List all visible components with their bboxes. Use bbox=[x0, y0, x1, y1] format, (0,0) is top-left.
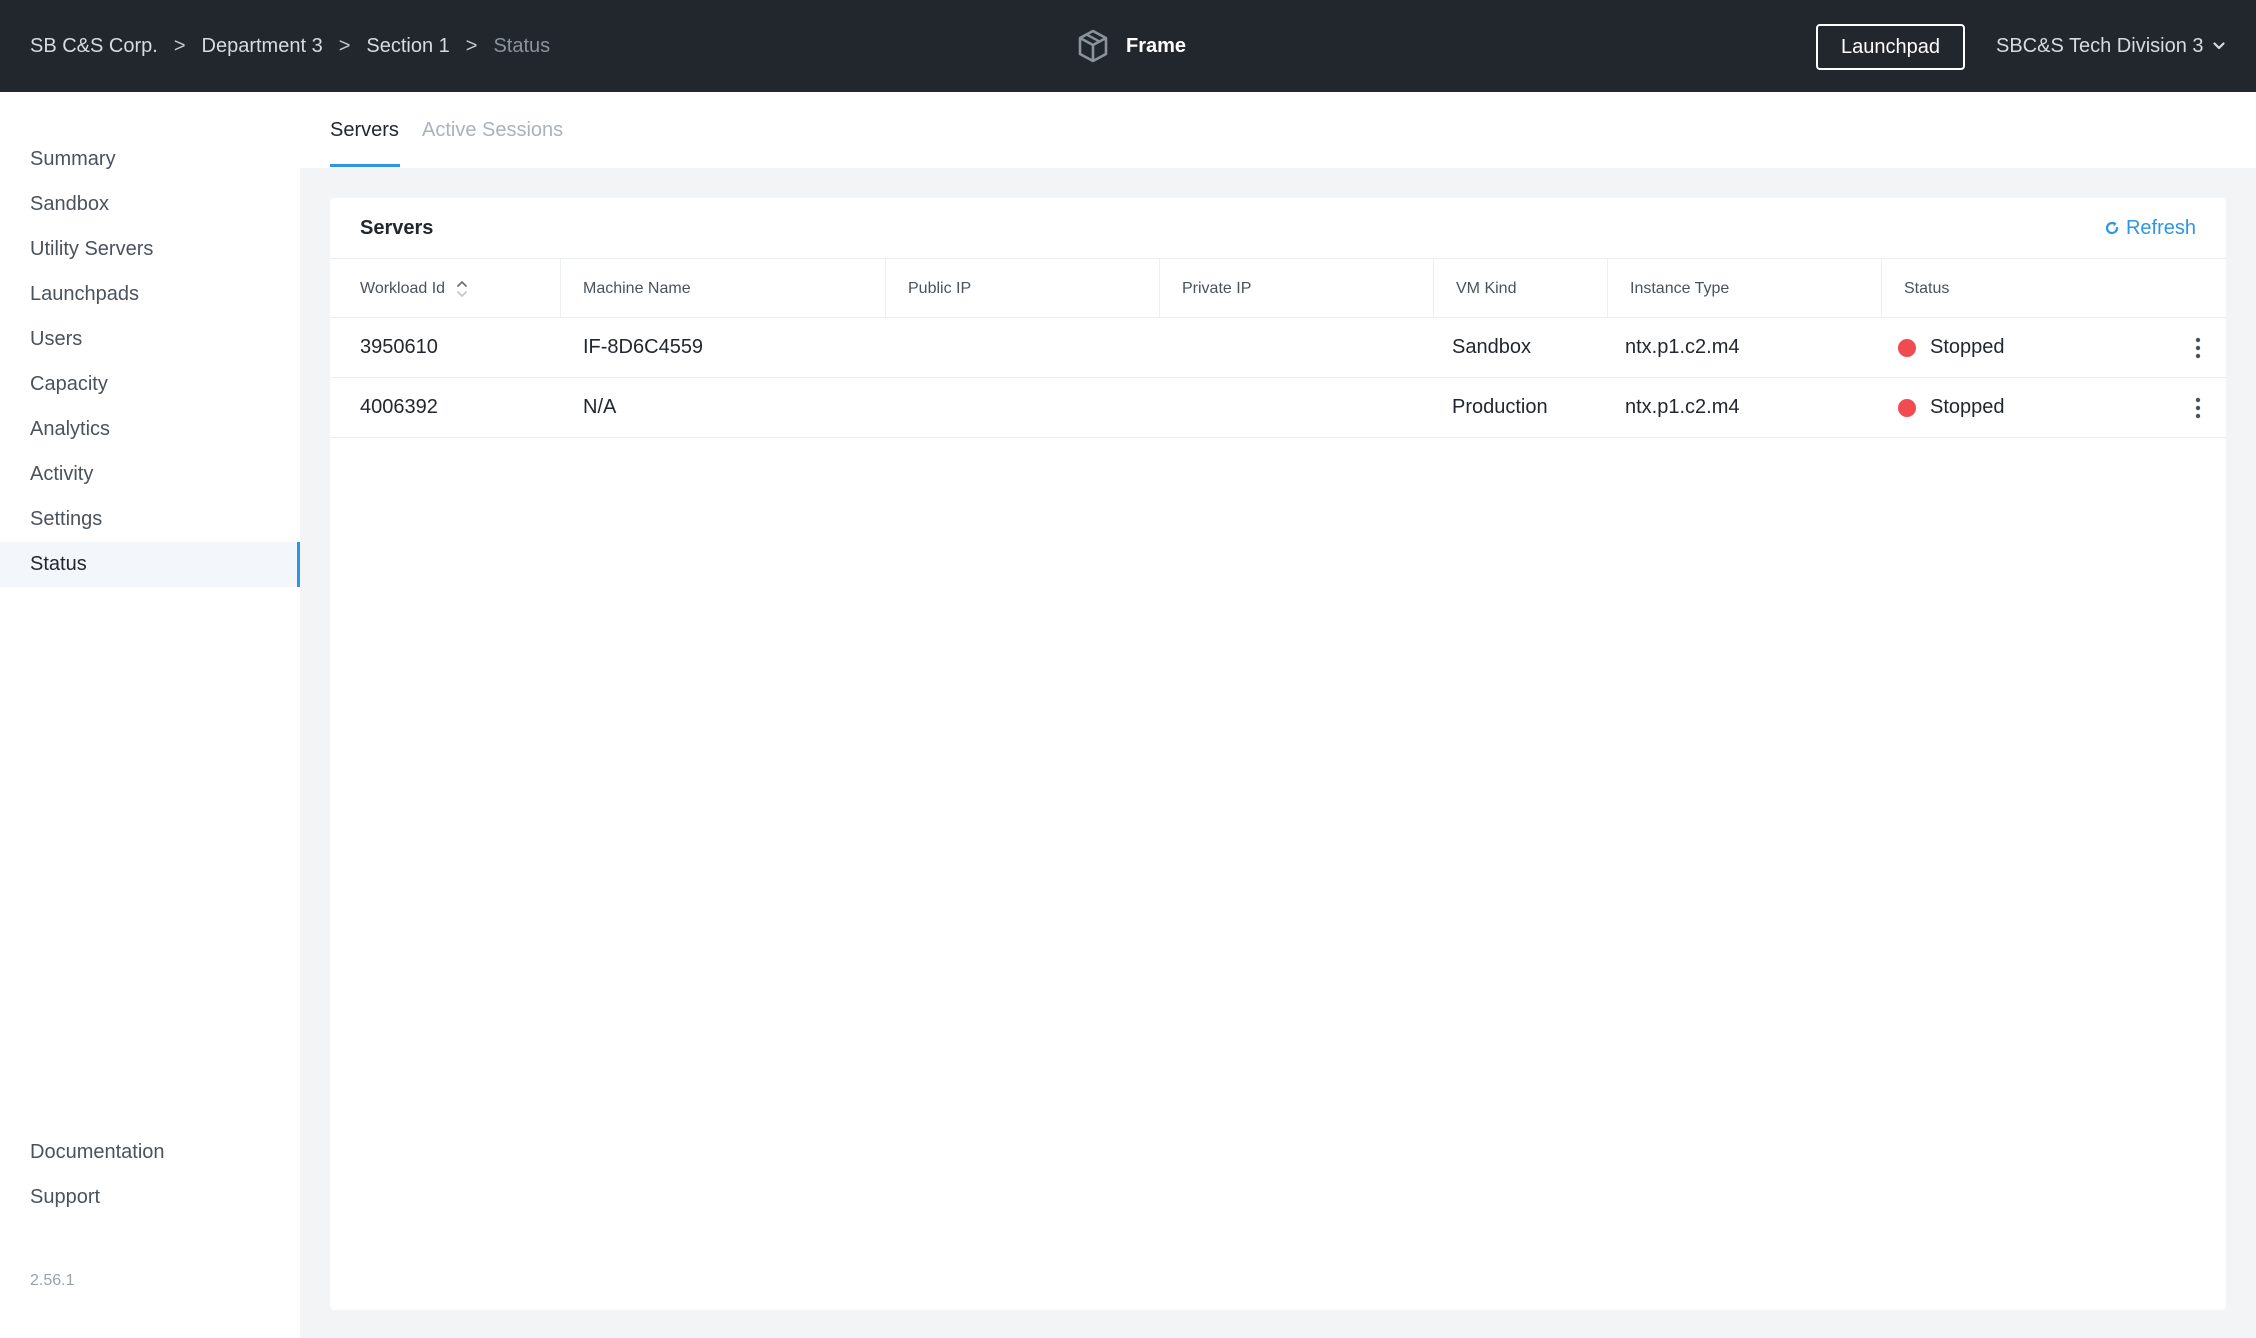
brand-name: Frame bbox=[1126, 34, 1187, 57]
column-header-instance-type[interactable]: Instance Type bbox=[1608, 259, 1882, 318]
status-label: Stopped bbox=[1930, 396, 2005, 418]
column-header-vm-kind[interactable]: VM Kind bbox=[1434, 259, 1608, 318]
column-header-label: Status bbox=[1904, 279, 1950, 297]
sidebar-item-analytics[interactable]: Analytics bbox=[0, 407, 300, 452]
refresh-button[interactable]: Refresh bbox=[2104, 198, 2196, 258]
cell-instance-type: ntx.p1.c2.m4 bbox=[1625, 336, 1740, 358]
card-title: Servers bbox=[360, 216, 434, 239]
column-header-label: Private IP bbox=[1182, 279, 1252, 297]
account-dropdown[interactable]: SBC&S Tech Division 3 bbox=[1996, 0, 2226, 92]
refresh-icon bbox=[2105, 221, 2119, 235]
column-header-workload-id[interactable]: Workload Id bbox=[330, 259, 561, 318]
cell-instance-type: ntx.p1.c2.m4 bbox=[1625, 396, 1740, 418]
cell-workload-id: 3950610 bbox=[360, 336, 438, 358]
cell-status: Stopped bbox=[1898, 318, 2005, 377]
status-stopped-dot bbox=[1898, 338, 1916, 357]
column-header-machine-name[interactable]: Machine Name bbox=[561, 259, 886, 318]
column-header-private-ip[interactable]: Private IP bbox=[1160, 259, 1434, 318]
table-header: Workload Id Machine Name Public IP Priva… bbox=[330, 258, 2226, 318]
active-tab-indicator bbox=[330, 164, 400, 167]
sidebar-item-support[interactable]: Support bbox=[0, 1175, 300, 1220]
cell-workload-id: 4006392 bbox=[360, 396, 438, 418]
tab-active-sessions[interactable]: Active Sessions bbox=[422, 92, 563, 168]
breadcrumb-item-section[interactable]: Section 1 bbox=[366, 35, 449, 58]
status-label: Stopped bbox=[1930, 336, 2005, 358]
cell-machine-name: IF-8D6C4559 bbox=[583, 336, 704, 358]
kebab-menu-icon[interactable] bbox=[2192, 396, 2204, 420]
sidebar-item-summary[interactable]: Summary bbox=[0, 137, 300, 182]
cell-vm-kind: Sandbox bbox=[1452, 336, 1531, 358]
sidebar-item-utility-servers[interactable]: Utility Servers bbox=[0, 227, 300, 272]
top-bar: SB C&S Corp. > Department 3 > Section 1 … bbox=[0, 0, 2256, 92]
tab-bar: Servers Active Sessions bbox=[300, 92, 2256, 168]
chevron-down-icon bbox=[2212, 42, 2225, 50]
cube-icon bbox=[1078, 29, 1108, 63]
column-header-label: Public IP bbox=[908, 279, 972, 297]
sidebar-item-sandbox[interactable]: Sandbox bbox=[0, 182, 300, 227]
sidebar-item-capacity[interactable]: Capacity bbox=[0, 362, 300, 407]
breadcrumb-item-current: Status bbox=[493, 34, 551, 57]
column-header-public-ip[interactable]: Public IP bbox=[886, 259, 1160, 318]
cell-status: Stopped bbox=[1898, 378, 2005, 437]
brand-logo[interactable]: Frame bbox=[1075, 0, 1186, 92]
refresh-label: Refresh bbox=[2125, 216, 2196, 239]
column-header-label: Instance Type bbox=[1630, 279, 1730, 297]
kebab-menu-icon[interactable] bbox=[2192, 336, 2204, 360]
tab-servers[interactable]: Servers bbox=[330, 92, 399, 168]
sidebar-item-status[interactable]: Status bbox=[0, 542, 300, 587]
cell-machine-name: N/A bbox=[583, 396, 617, 418]
sidebar-item-users[interactable]: Users bbox=[0, 317, 300, 362]
column-header-label: Machine Name bbox=[583, 279, 691, 297]
column-header-label: VM Kind bbox=[1456, 279, 1517, 297]
column-header-status[interactable]: Status bbox=[1882, 259, 2226, 318]
account-label: SBC&S Tech Division 3 bbox=[1996, 34, 2204, 57]
servers-card: Servers Refresh Workload Id Machine Name… bbox=[330, 198, 2226, 1310]
sidebar-item-activity[interactable]: Activity bbox=[0, 452, 300, 497]
table-row[interactable]: 3950610 IF-8D6C4559 Sandbox ntx.p1.c2.m4… bbox=[330, 318, 2226, 378]
launchpad-button[interactable]: Launchpad bbox=[1816, 24, 1965, 70]
status-stopped-dot bbox=[1898, 398, 1916, 417]
sort-icon[interactable] bbox=[455, 278, 469, 300]
breadcrumb-item-org[interactable]: SB C&S Corp. bbox=[30, 35, 158, 58]
sidebar-item-documentation[interactable]: Documentation bbox=[0, 1130, 300, 1175]
sidebar-item-launchpads[interactable]: Launchpads bbox=[0, 272, 300, 317]
breadcrumb: SB C&S Corp. > Department 3 > Section 1 … bbox=[30, 0, 550, 92]
breadcrumb-separator: > bbox=[173, 34, 186, 57]
version-label: 2.56.1 bbox=[30, 1272, 75, 1289]
column-header-label: Workload Id bbox=[360, 279, 446, 297]
sidebar-item-settings[interactable]: Settings bbox=[0, 497, 300, 542]
main-content: Servers Refresh Workload Id Machine Name… bbox=[300, 168, 2256, 1338]
sidebar: Summary Sandbox Utility Servers Launchpa… bbox=[0, 92, 300, 1338]
cell-vm-kind: Production bbox=[1452, 396, 1548, 418]
breadcrumb-separator: > bbox=[465, 34, 478, 57]
table-row[interactable]: 4006392 N/A Production ntx.p1.c2.m4 Stop… bbox=[330, 378, 2226, 438]
breadcrumb-separator: > bbox=[338, 34, 351, 57]
breadcrumb-item-department[interactable]: Department 3 bbox=[202, 35, 323, 58]
